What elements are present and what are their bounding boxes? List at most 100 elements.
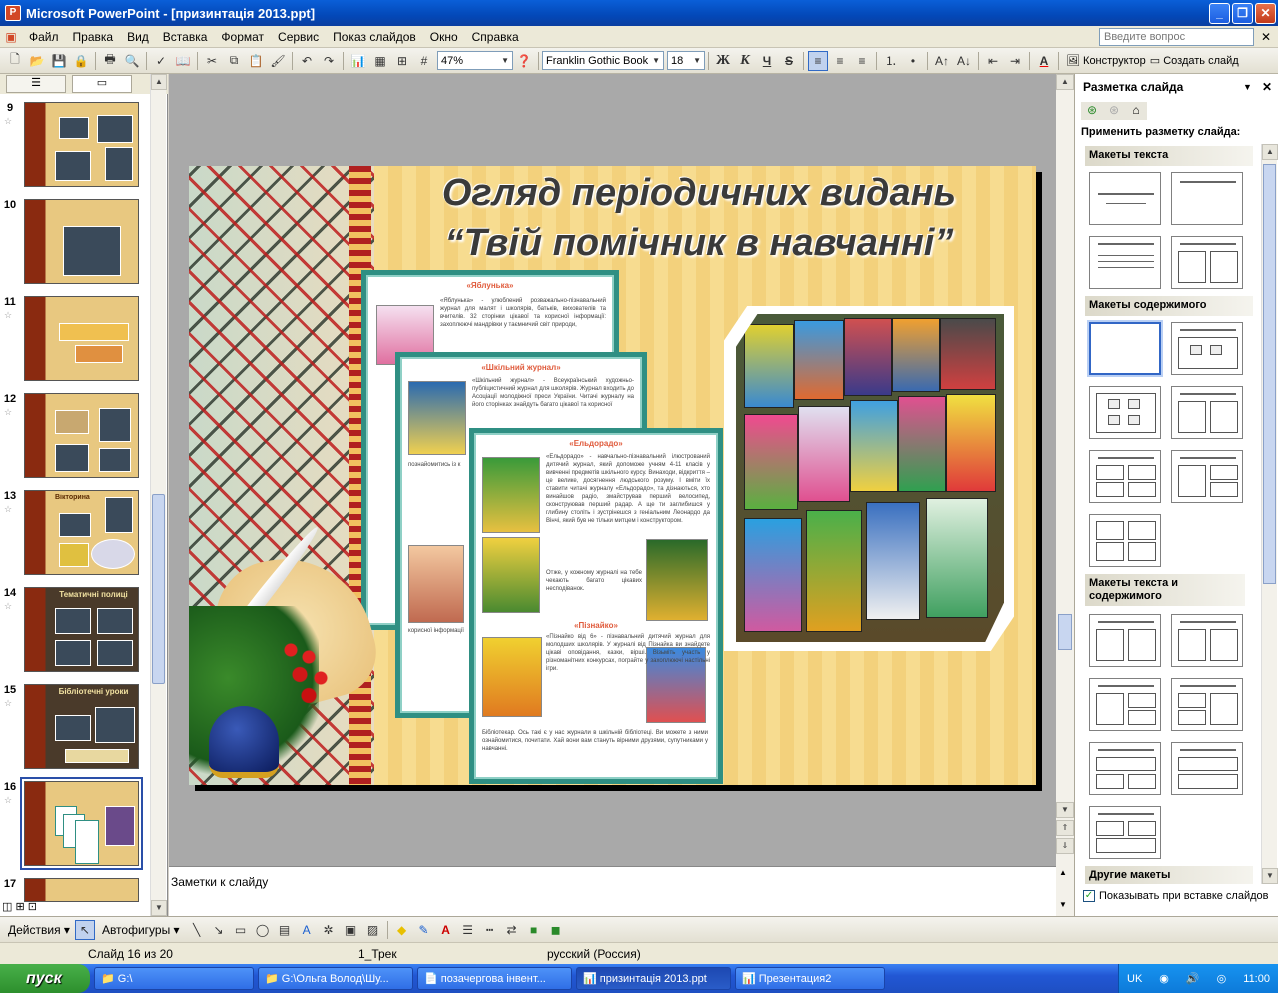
clipart-icon[interactable]: ▣ [341,920,361,940]
fill-color-icon[interactable]: ◆ [392,920,412,940]
designer-button[interactable]: 🖼 Конструктор [1066,54,1146,67]
scroll-down-icon[interactable]: ▼ [1262,868,1278,884]
rectangle-icon[interactable]: ▭ [231,920,251,940]
textbox-icon[interactable]: ▤ [275,920,295,940]
taskbar-item-presentation2[interactable]: 📊 Презентация2 [735,967,885,990]
scroll-thumb[interactable] [152,494,165,684]
layout-four-content[interactable] [1089,450,1161,503]
underline-button[interactable]: Ч [757,51,777,71]
undo-icon[interactable]: ↶ [297,51,317,71]
new-slide-button[interactable]: ▭ Создать слайд [1150,54,1239,67]
close-document-icon[interactable]: ✕ [1258,30,1274,44]
menu-format[interactable]: Формат [214,30,271,44]
home-icon[interactable]: ⌂ [1126,103,1146,119]
align-center-icon[interactable]: ≡ [830,51,850,71]
dash-style-icon[interactable]: ┅ [480,920,500,940]
bold-button[interactable]: Ж [713,51,733,71]
layout-text-content-3[interactable] [1089,678,1161,731]
zoom-select[interactable]: 47% ▼ [437,51,513,70]
print-icon[interactable]: 🖶 [100,51,120,71]
language-indicator[interactable]: UK [1127,973,1142,985]
menu-insert[interactable]: Вставка [156,30,215,44]
back-icon[interactable]: ⊛ [1082,103,1102,119]
layout-text-content-7[interactable] [1089,806,1161,859]
slides-scrollbar[interactable]: ▲ ▼ [150,74,167,916]
oval-icon[interactable]: ◯ [253,920,273,940]
permission-icon[interactable]: 🔒 [71,51,91,71]
slides-tab[interactable]: ▭ [72,75,132,93]
layout-content[interactable] [1089,386,1161,439]
scroll-thumb[interactable] [1263,164,1276,584]
research-icon[interactable]: 📖 [173,51,193,71]
taskbar-item-g-drive[interactable]: 📁 G:\ [94,967,254,990]
paste-icon[interactable]: 📋 [246,51,266,71]
tables-borders-icon[interactable]: ⊞ [392,51,412,71]
line-style-icon[interactable]: ☰ [458,920,478,940]
increase-font-icon[interactable]: A↑ [932,51,952,71]
layout-title-slide[interactable] [1089,172,1161,225]
line-color-icon[interactable]: ✎ [414,920,434,940]
next-slide-icon[interactable]: ⇓ [1056,838,1074,854]
layout-text-content-5[interactable] [1089,742,1161,795]
slide-scrollbar[interactable]: ▲ ▼ ⇑ ⇓ ▲ ▼ [1056,74,1074,916]
arrow-style-icon[interactable]: ⇄ [502,920,522,940]
align-left-icon[interactable]: ≡ [808,50,828,71]
diagram-icon[interactable]: ✲ [319,920,339,940]
restore-button[interactable]: ❐ [1232,2,1253,24]
notes-scroll-up-icon[interactable]: ▲ [1059,868,1067,877]
italic-button[interactable]: К [735,51,755,71]
line-icon[interactable]: ╲ [187,920,207,940]
help-question-input[interactable]: Введите вопрос [1099,27,1254,46]
notes-scroll-down-icon[interactable]: ▼ [1059,900,1067,909]
layout-title-text[interactable] [1089,236,1161,289]
redo-icon[interactable]: ↷ [319,51,339,71]
decrease-indent-icon[interactable]: ⇤ [983,51,1003,71]
menu-help[interactable]: Справка [465,30,526,44]
bullets-icon[interactable]: • [903,51,923,71]
menu-tools[interactable]: Сервис [271,30,326,44]
minimize-button[interactable]: _ [1209,2,1230,24]
start-button[interactable]: пуск [0,964,90,993]
current-slide[interactable]: Огляд періодичних видань “Твій помічник … [189,166,1036,785]
document-icon[interactable]: ▣ [1,27,21,47]
layout-text-content-6[interactable] [1171,742,1243,795]
taskbar-item-folder[interactable]: 📁 G:\Ольга Волод\Шу... [258,967,413,990]
menu-file[interactable]: Файл [22,30,66,44]
layout-blank[interactable] [1089,322,1161,375]
numbering-icon[interactable]: ⒈ [881,51,901,71]
open-folder-icon[interactable]: 📂 [27,51,47,71]
save-icon[interactable]: 💾 [49,51,69,71]
align-right-icon[interactable]: ≡ [852,51,872,71]
scroll-up-icon[interactable]: ▲ [1056,74,1074,90]
shadow-button[interactable]: S [779,51,799,71]
scroll-thumb[interactable] [1058,614,1072,650]
menu-edit[interactable]: Правка [66,30,121,44]
layout-title-content[interactable] [1171,322,1243,375]
task-pane-menu-icon[interactable]: ▼ [1243,82,1252,92]
normal-view-icon[interactable]: ◫ [2,901,12,913]
spelling-icon[interactable]: ✓ [151,51,171,71]
cut-icon[interactable]: ✂ [202,51,222,71]
print-preview-icon[interactable]: 🔍 [122,51,142,71]
select-pointer-icon[interactable]: ↖ [74,919,95,940]
slideshow-view-icon[interactable]: ⊡ [28,901,37,913]
sorter-view-icon[interactable]: ⊞ [15,901,24,913]
outline-tab[interactable]: ☰ [6,75,66,93]
previous-slide-icon[interactable]: ⇑ [1056,820,1074,836]
increase-indent-icon[interactable]: ⇥ [1005,51,1025,71]
task-pane-close-icon[interactable]: ✕ [1262,80,1272,94]
layout-two-content[interactable] [1171,386,1243,439]
new-file-icon[interactable]: 🗋 [5,51,25,71]
close-button[interactable]: ✕ [1255,2,1276,24]
scroll-up-icon[interactable]: ▲ [1262,144,1278,160]
layout-two-columns[interactable] [1171,236,1243,289]
forward-icon[interactable]: ⊛ [1104,103,1124,119]
actions-menu[interactable]: Действия ▾ [4,923,74,937]
scroll-up-icon[interactable]: ▲ [151,74,167,90]
notes-pane[interactable]: Заметки к слайду [169,866,1056,916]
taskbar-item-word[interactable]: 📄 позачергова інвент... [417,967,572,990]
menu-view[interactable]: Вид [120,30,156,44]
scroll-down-icon[interactable]: ▼ [1056,802,1074,818]
insert-table-icon[interactable]: ▦ [370,51,390,71]
shadow-style-icon[interactable]: ■ [524,920,544,940]
